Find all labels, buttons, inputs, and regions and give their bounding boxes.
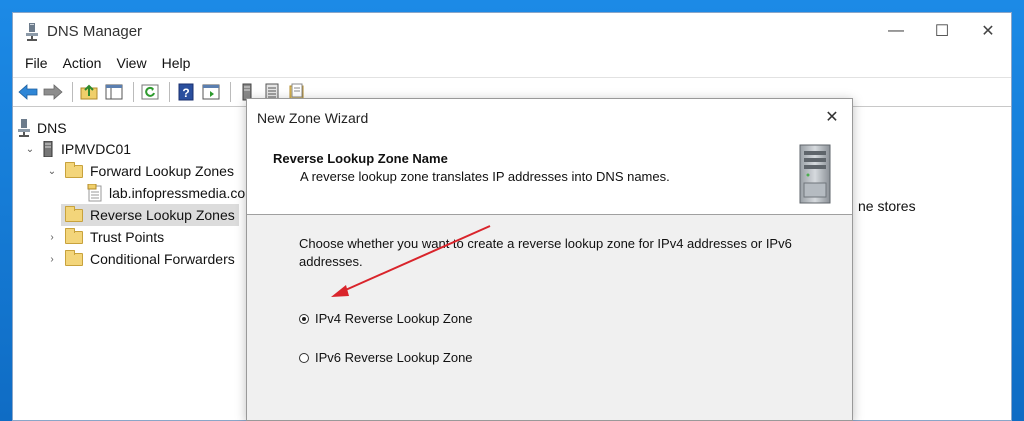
ipv6-option[interactable]: IPv6 Reverse Lookup Zone <box>299 350 473 365</box>
chevron-down-icon[interactable]: ⌄ <box>23 144 37 155</box>
maximize-button[interactable]: ☐ <box>919 13 965 49</box>
close-icon: ✕ <box>981 23 995 40</box>
tree-item-label: lab.infopressmedia.com <box>109 185 257 201</box>
tree-item-label: Reverse Lookup Zones <box>90 207 235 223</box>
tree-item-zone-lab[interactable]: lab.infopressmedia.com <box>87 182 258 204</box>
tree-item-trust-points[interactable]: › Trust Points <box>45 226 164 248</box>
tree-item-label: IPMVDC01 <box>61 141 132 157</box>
tree-item-forward-lookup-zones[interactable]: ⌄ Forward Lookup Zones <box>45 160 234 182</box>
refresh-button[interactable] <box>139 81 161 103</box>
show-hide-tree-button[interactable] <box>103 81 125 103</box>
wizard-page-title: Reverse Lookup Zone Name <box>273 151 448 166</box>
console-tree: DNS ⌄ IPMVDC01 ⌄ Forward Lookup Zones la… <box>13 107 258 420</box>
ipv6-label[interactable]: IPv6 Reverse Lookup Zone <box>315 350 473 365</box>
dns-icon <box>18 119 30 137</box>
back-arrow-icon <box>18 84 38 100</box>
tree-item-label: Forward Lookup Zones <box>90 163 234 179</box>
close-button[interactable]: ✕ <box>965 13 1011 49</box>
dns-app-icon <box>26 23 38 41</box>
dialog-close-button[interactable]: ✕ <box>816 103 848 131</box>
toolbar-separator <box>72 82 73 102</box>
new-zone-wizard-dialog: New Zone Wizard ✕ Reverse Lookup Zone Na… <box>246 98 853 421</box>
maximize-icon: ☐ <box>934 23 950 40</box>
minimize-icon: — <box>888 22 904 39</box>
up-folder-icon <box>80 84 98 100</box>
minimize-button[interactable]: — <box>873 13 919 49</box>
show-hide-tree-icon <box>105 84 123 100</box>
tree-item-label: Trust Points <box>90 229 165 245</box>
ipv6-radio[interactable] <box>299 352 309 363</box>
window-title: DNS Manager <box>47 23 143 40</box>
chevron-right-icon[interactable]: › <box>45 254 59 265</box>
menu-help[interactable]: Help <box>162 55 191 71</box>
chevron-right-icon[interactable]: › <box>45 232 59 243</box>
svg-text:?: ? <box>182 86 189 100</box>
dialog-title-bar: New Zone Wizard ✕ <box>247 99 852 135</box>
wizard-page-description: A reverse lookup zone translates IP addr… <box>300 169 670 184</box>
folder-icon <box>65 205 83 222</box>
forward-button[interactable] <box>42 81 64 103</box>
up-folder-button[interactable] <box>78 81 100 103</box>
ipv4-label[interactable]: IPv4 Reverse Lookup Zone <box>315 311 473 326</box>
server-tower-icon <box>799 144 831 204</box>
tree-item-server[interactable]: ⌄ IPMVDC01 <box>23 138 131 160</box>
folder-icon <box>65 227 83 244</box>
ipv4-radio[interactable] <box>299 313 309 324</box>
ipv4-option[interactable]: IPv4 Reverse Lookup Zone <box>299 311 473 326</box>
menu-bar: File Action View Help <box>13 51 1011 75</box>
toolbar-separator <box>169 82 170 102</box>
tree-item-label: Conditional Forwarders <box>90 251 235 267</box>
tree-item-dns[interactable]: DNS <box>17 117 67 139</box>
server-icon <box>43 141 53 157</box>
refresh-icon <box>141 84 159 100</box>
tree-item-conditional-forwarders[interactable]: › Conditional Forwarders <box>45 248 235 270</box>
properties-icon <box>202 84 220 100</box>
chevron-down-icon[interactable]: ⌄ <box>45 166 59 177</box>
dialog-title: New Zone Wizard <box>257 110 369 126</box>
close-icon: ✕ <box>825 109 839 126</box>
back-button[interactable] <box>17 81 39 103</box>
result-pane-text: ne stores <box>858 198 916 214</box>
toolbar-separator <box>133 82 134 102</box>
zone-file-icon <box>87 184 102 202</box>
menu-file[interactable]: File <box>25 55 48 71</box>
toolbar-separator <box>230 82 231 102</box>
properties-button[interactable] <box>200 81 222 103</box>
help-icon: ? <box>178 83 194 101</box>
folder-icon <box>65 161 83 178</box>
folder-icon <box>65 249 83 266</box>
help-button[interactable]: ? <box>175 81 197 103</box>
wizard-instructions: Choose whether you want to create a reve… <box>299 236 792 269</box>
tree-item-label: DNS <box>37 120 67 136</box>
menu-action[interactable]: Action <box>63 55 102 71</box>
forward-arrow-icon <box>43 84 63 100</box>
tree-item-reverse-lookup-zones[interactable]: Reverse Lookup Zones <box>61 204 239 226</box>
title-bar: DNS Manager — ☐ ✕ <box>13 13 1011 51</box>
wizard-header: Reverse Lookup Zone Name A reverse looku… <box>247 135 852 215</box>
menu-view[interactable]: View <box>116 55 146 71</box>
